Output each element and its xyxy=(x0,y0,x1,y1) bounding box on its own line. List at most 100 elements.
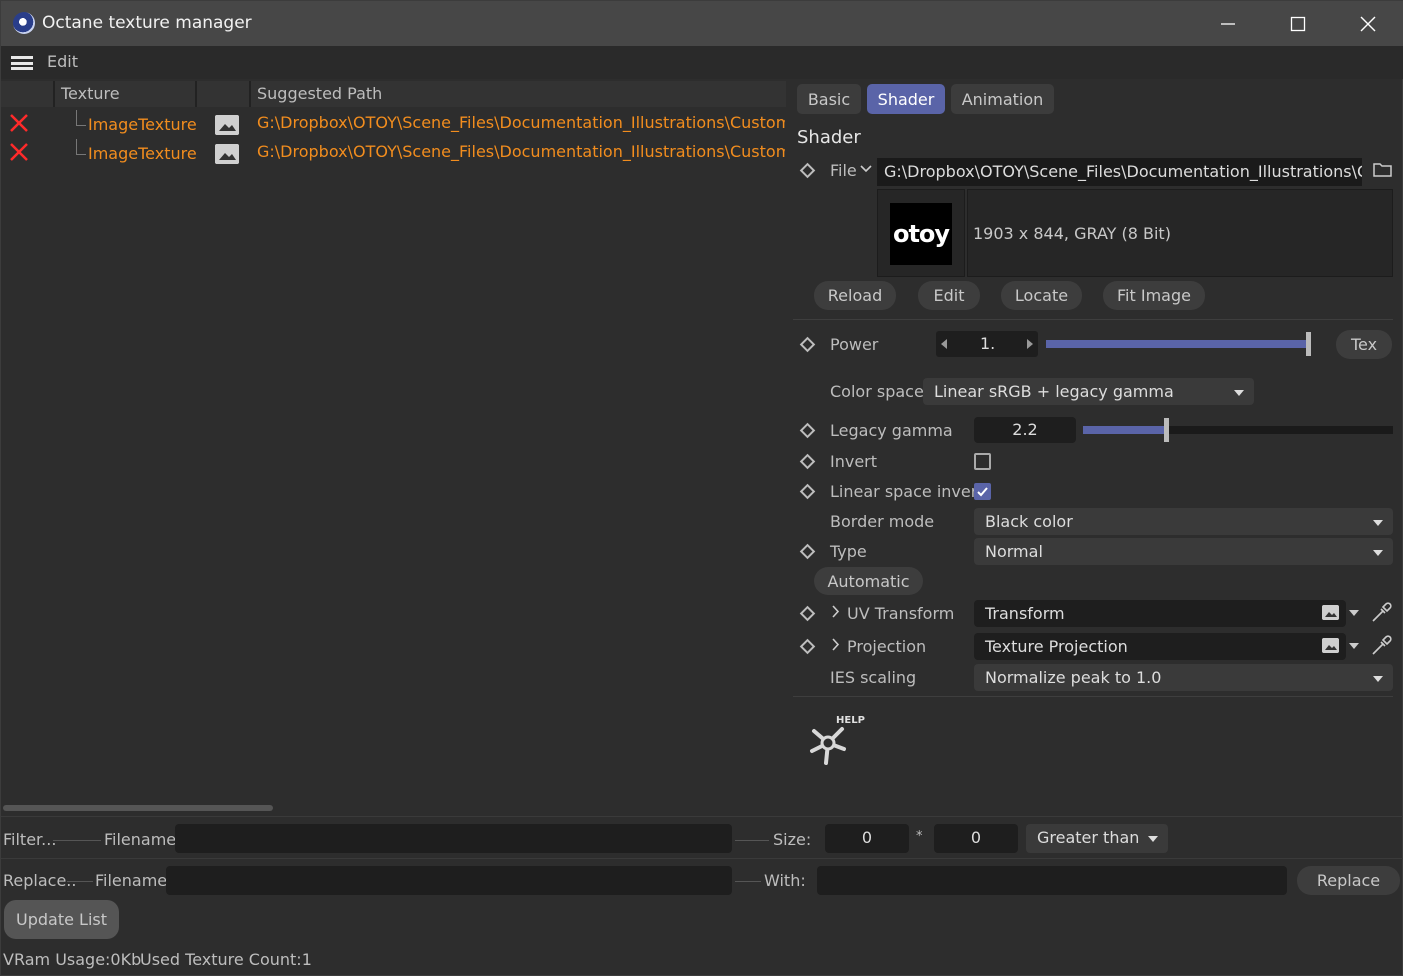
keyframe-diamond-icon[interactable] xyxy=(799,543,816,560)
keyframe-diamond-icon[interactable] xyxy=(799,453,816,470)
tab-basic[interactable]: Basic xyxy=(797,84,861,114)
size-compare-value: Greater than xyxy=(1037,828,1140,847)
locate-button[interactable]: Locate xyxy=(1001,281,1082,310)
cinema4d-app-icon xyxy=(13,12,35,34)
fit-image-button[interactable]: Fit Image xyxy=(1103,281,1205,310)
connector-line xyxy=(67,881,93,882)
keyframe-diamond-icon[interactable] xyxy=(799,638,816,655)
replace-button[interactable]: Replace xyxy=(1297,866,1400,895)
window-title: Octane texture manager xyxy=(42,13,252,33)
filter-label: Filter... xyxy=(3,830,57,849)
size-label: Size: xyxy=(773,830,812,849)
dropdown-caret-icon[interactable] xyxy=(1349,643,1359,649)
file-label: File xyxy=(830,161,857,180)
eyedropper-icon[interactable] xyxy=(1369,601,1393,625)
legacy-gamma-slider[interactable] xyxy=(1083,418,1393,442)
chevron-down-icon[interactable] xyxy=(860,164,872,174)
replace-label: Replace.. xyxy=(3,871,77,890)
image-icon[interactable] xyxy=(1322,605,1339,620)
legacy-gamma-slider-handle[interactable] xyxy=(1164,418,1169,442)
chevron-right-icon[interactable] xyxy=(832,605,840,618)
replace-with-input[interactable] xyxy=(817,866,1287,895)
projection-field[interactable]: Texture Projection xyxy=(974,633,1346,660)
legacy-gamma-slider-fill xyxy=(1083,426,1167,434)
power-stepper[interactable]: 1. xyxy=(936,331,1038,357)
help-button[interactable]: HELP xyxy=(806,715,868,769)
decrement-arrow-icon[interactable] xyxy=(941,339,947,349)
size-width-input[interactable]: 0 xyxy=(825,824,909,853)
dropdown-caret-icon xyxy=(1148,836,1158,842)
close-icon xyxy=(1360,16,1376,31)
invert-checkbox[interactable] xyxy=(974,453,991,470)
legacy-gamma-label: Legacy gamma xyxy=(830,421,953,440)
suggested-path: G:\Dropbox\OTOY\Scene_Files\Documentatio… xyxy=(257,113,785,132)
image-icon[interactable] xyxy=(1322,638,1339,653)
ies-scaling-label: IES scaling xyxy=(830,668,917,687)
automatic-button[interactable]: Automatic xyxy=(814,567,923,595)
update-list-button[interactable]: Update List xyxy=(4,900,119,939)
legacy-gamma-input[interactable]: 2.2 xyxy=(974,417,1076,443)
tab-shader[interactable]: Shader xyxy=(867,84,945,114)
header-suggested-path[interactable]: Suggested Path xyxy=(251,81,786,107)
eyedropper-icon[interactable] xyxy=(1369,634,1393,658)
keyframe-diamond-icon[interactable] xyxy=(799,483,816,500)
size-compare-dropdown[interactable]: Greater than xyxy=(1026,824,1168,853)
power-slider-handle[interactable] xyxy=(1306,332,1311,356)
minimize-button[interactable] xyxy=(1193,1,1263,46)
keyframe-diamond-icon[interactable] xyxy=(799,336,816,353)
tree-connector xyxy=(76,139,86,155)
otoy-logo-thumbnail: otoy xyxy=(890,203,952,265)
folder-icon[interactable] xyxy=(1373,161,1392,177)
edit-button[interactable]: Edit xyxy=(918,281,980,310)
hamburger-menu-icon[interactable] xyxy=(11,56,33,70)
divider xyxy=(793,696,1393,697)
horizontal-scrollbar[interactable] xyxy=(3,805,273,811)
tab-animation[interactable]: Animation xyxy=(951,84,1054,114)
missing-x-icon xyxy=(10,114,28,132)
filter-filename-input[interactable] xyxy=(175,824,732,853)
header-status-column[interactable] xyxy=(1,81,55,107)
maximize-button[interactable] xyxy=(1263,1,1333,46)
uv-transform-label: UV Transform xyxy=(847,604,955,623)
minimize-icon xyxy=(1221,22,1235,25)
type-dropdown[interactable]: Normal xyxy=(974,538,1393,565)
replace-filename-label: Filename xyxy=(95,871,168,890)
close-button[interactable] xyxy=(1333,1,1403,46)
ies-scaling-dropdown[interactable]: Normalize peak to 1.0 xyxy=(974,664,1393,691)
size-separator: * xyxy=(916,829,923,844)
header-texture[interactable]: Texture xyxy=(55,81,197,107)
increment-arrow-icon[interactable] xyxy=(1027,339,1033,349)
dropdown-caret-icon[interactable] xyxy=(1349,610,1359,616)
invert-label: Invert xyxy=(830,452,878,471)
tree-connector xyxy=(76,110,86,126)
power-slider[interactable] xyxy=(1046,332,1311,356)
keyframe-diamond-icon[interactable] xyxy=(799,422,816,439)
power-value[interactable]: 1. xyxy=(980,334,995,353)
dropdown-caret-icon xyxy=(1373,520,1383,526)
uv-transform-field[interactable]: Transform xyxy=(974,600,1346,627)
connector-line xyxy=(735,840,769,841)
header-icon-column[interactable] xyxy=(197,81,251,107)
missing-x-icon xyxy=(10,143,28,161)
menu-edit[interactable]: Edit xyxy=(47,52,78,71)
reload-button[interactable]: Reload xyxy=(814,281,896,310)
image-info: 1903 x 844, GRAY (8 Bit) xyxy=(973,224,1171,243)
keyframe-diamond-icon[interactable] xyxy=(799,605,816,622)
color-space-dropdown[interactable]: Linear sRGB + legacy gamma xyxy=(923,378,1254,405)
filter-filename-label: Filename xyxy=(104,830,177,849)
divider xyxy=(1,858,1403,859)
file-path-input[interactable]: G:\Dropbox\OTOY\Scene_Files\Documentatio… xyxy=(877,158,1362,186)
color-space-label: Color space xyxy=(830,382,924,401)
size-height-input[interactable]: 0 xyxy=(934,824,1018,853)
replace-filename-input[interactable] xyxy=(166,866,732,895)
table-row[interactable]: ImageTexture G:\Dropbox\OTOY\Scene_Files… xyxy=(1,139,786,168)
chevron-right-icon[interactable] xyxy=(832,638,840,651)
tex-button[interactable]: Tex xyxy=(1336,330,1392,359)
border-mode-dropdown[interactable]: Black color xyxy=(974,508,1393,535)
texture-name: ImageTexture xyxy=(88,144,197,163)
dropdown-caret-icon xyxy=(1373,676,1383,682)
texture-name: ImageTexture xyxy=(88,115,197,134)
keyframe-diamond-icon[interactable] xyxy=(799,162,816,179)
table-row[interactable]: ImageTexture G:\Dropbox\OTOY\Scene_Files… xyxy=(1,110,786,139)
linear-space-invert-checkbox[interactable] xyxy=(974,483,991,500)
